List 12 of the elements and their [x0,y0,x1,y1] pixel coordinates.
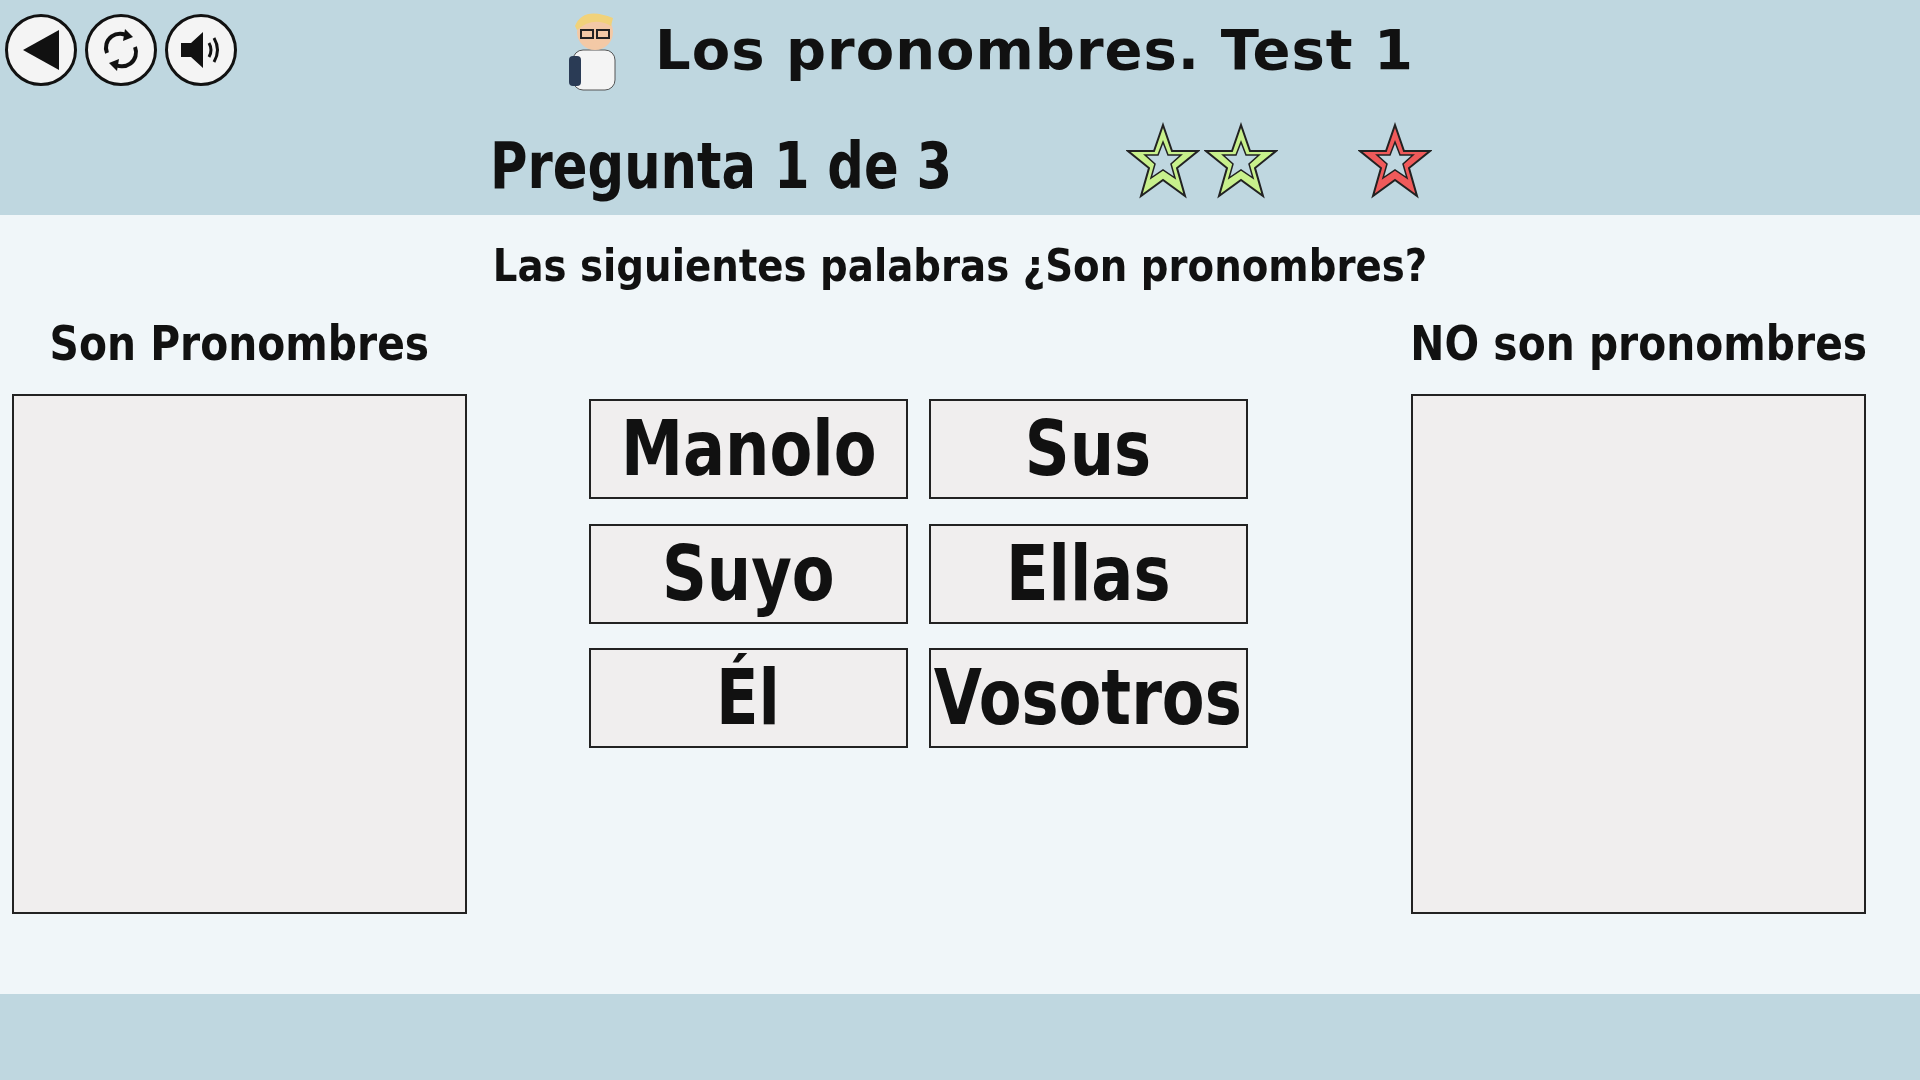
question-counter: Pregunta 1 de 3 [490,128,953,205]
word-card[interactable]: Vosotros [928,648,1248,749]
word-card[interactable]: Suyo [588,523,908,624]
back-icon [21,28,61,72]
quiz-title: Los pronombres. Test 1 [655,16,1414,84]
drop-zone-label: NO son pronombres [1409,314,1867,373]
word-card[interactable]: Ellas [928,523,1248,624]
drop-zone-label: Son Pronombres [49,314,430,373]
word-card[interactable]: Manolo [588,399,908,499]
word-card[interactable]: Sus [928,399,1248,499]
question-text: Las siguientes palabras ¿Son pronombres? [492,239,1428,293]
word-card[interactable]: Él [588,648,908,749]
